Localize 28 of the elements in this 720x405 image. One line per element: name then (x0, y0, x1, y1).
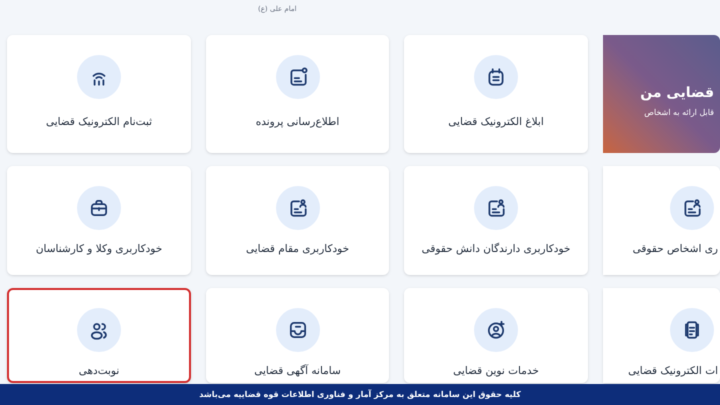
service-card[interactable]: خودکاربری دارندگان دانش حقوقی (404, 166, 588, 275)
user-plus-icon (485, 319, 507, 341)
service-label: سامانه آگهی قضایی (254, 364, 341, 379)
service-label: ثبت‌نام الکترونیک قضایی (46, 115, 152, 130)
service-label: خودکاربری دارندگان دانش حقوقی (422, 242, 570, 257)
service-card[interactable]: ات الکترونیک قضایی (603, 288, 720, 383)
service-card[interactable]: خدمات نوین قضایی (404, 288, 588, 383)
banner-subtitle: قابل ارائه به اشخاص (644, 107, 714, 119)
service-label: ری اشخاص حقوقی (632, 242, 718, 257)
promo-banner[interactable]: قضایی من قابل ارائه به اشخاص (603, 35, 720, 153)
briefcase-icon (88, 197, 110, 219)
service-card[interactable]: نوبت‌دهی (7, 288, 191, 383)
service-card[interactable]: خودکاربری مقام قضایی (206, 166, 389, 275)
service-label: ات الکترونیک قضایی (628, 364, 718, 379)
copyright-text: کلیه حقوق این سامانه متعلق به مرکز آمار و فناوری اطلاعات قوه قضاییه می‌باشد (199, 388, 521, 400)
banner-title: قضایی من (640, 84, 714, 103)
service-label: ابلاغ الکترونیک قضایی (448, 115, 544, 130)
service-label: خودکاربری وکلا و کارشناسان (36, 242, 162, 257)
service-card[interactable]: اطلاع‌رسانی پرونده (206, 35, 389, 153)
service-card[interactable]: ری اشخاص حقوقی (603, 166, 720, 275)
service-label: نوبت‌دهی (78, 364, 120, 379)
service-card[interactable]: سامانه آگهی قضایی (206, 288, 389, 383)
service-label: خودکاربری مقام قضایی (246, 242, 350, 257)
service-card[interactable]: ثبت‌نام الکترونیک قضایی (7, 35, 191, 153)
service-label: خدمات نوین قضایی (453, 364, 539, 379)
service-card[interactable]: خودکاربری وکلا و کارشناسان (7, 166, 191, 275)
service-card[interactable]: ابلاغ الکترونیک قضایی (404, 35, 588, 153)
service-label: اطلاع‌رسانی پرونده (256, 115, 340, 130)
